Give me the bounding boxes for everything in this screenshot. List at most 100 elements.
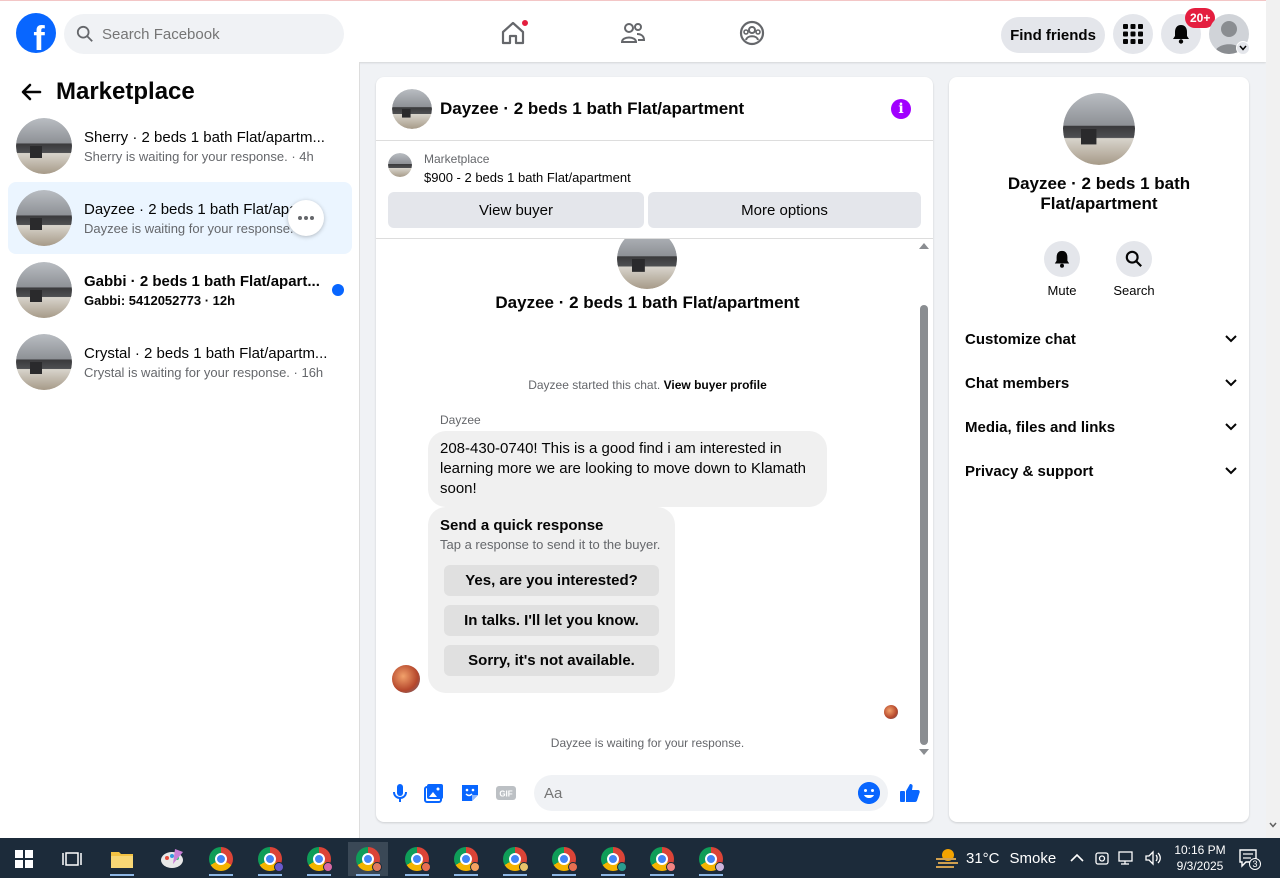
facebook-logo-icon[interactable]: f bbox=[16, 13, 56, 53]
search-in-chat-button[interactable]: Search bbox=[1104, 241, 1164, 298]
chrome-window-button[interactable] bbox=[299, 842, 339, 876]
sidebar-title: Marketplace bbox=[56, 78, 195, 105]
find-friends-button[interactable]: Find friends bbox=[1001, 17, 1105, 53]
message-scrollbar[interactable] bbox=[920, 305, 928, 745]
scroll-up-arrow-icon[interactable] bbox=[919, 243, 929, 249]
account-chevron-icon[interactable] bbox=[1236, 41, 1250, 55]
groups-icon[interactable] bbox=[738, 19, 766, 47]
mute-button[interactable]: Mute bbox=[1032, 241, 1092, 298]
chrome-window-button[interactable] bbox=[642, 842, 682, 876]
chat-members-row[interactable]: Chat members bbox=[965, 365, 1237, 401]
view-buyer-button[interactable]: View buyer bbox=[388, 192, 644, 228]
conversation-item-active[interactable]: Dayzee · 2 beds 1 bath Flat/apa... Dayzee… bbox=[8, 182, 352, 254]
windows-taskbar: 31°C Smoke 10:16 PM 9/3/2025 3 bbox=[0, 838, 1280, 878]
listing-description[interactable]: $900 - 2 beds 1 bath Flat/apartment bbox=[424, 170, 631, 185]
system-clock[interactable]: 10:16 PM 9/3/2025 bbox=[1160, 842, 1240, 874]
more-options-button[interactable] bbox=[288, 200, 324, 236]
weather-widget[interactable]: 31°C Smoke bbox=[934, 838, 1056, 878]
gif-icon[interactable]: GIF bbox=[494, 781, 518, 805]
chevron-down-icon bbox=[1225, 379, 1237, 387]
chrome-window-button[interactable] bbox=[250, 842, 290, 876]
listing-thumbnail[interactable] bbox=[388, 153, 412, 177]
chat-avatar-large bbox=[617, 239, 677, 289]
photo-icon[interactable] bbox=[422, 781, 446, 805]
conversation-item[interactable]: Crystal · 2 beds 1 bath Flat/apartm... Cr… bbox=[8, 326, 352, 398]
row-label: Privacy & support bbox=[965, 462, 1094, 480]
customize-chat-row[interactable]: Customize chat bbox=[965, 321, 1237, 357]
svg-text:GIF: GIF bbox=[499, 790, 512, 799]
message-input[interactable] bbox=[544, 784, 844, 802]
chat-title[interactable]: Dayzee · 2 beds 1 bath Flat/apartment bbox=[440, 99, 744, 119]
quick-response-button[interactable]: Sorry, it's not available. bbox=[444, 645, 659, 676]
scroll-down-arrow-icon[interactable] bbox=[919, 749, 929, 755]
chrome-window-button[interactable] bbox=[691, 842, 731, 876]
network-icon[interactable] bbox=[1118, 850, 1136, 866]
camera-icon[interactable] bbox=[1094, 850, 1110, 866]
action-center-button[interactable]: 3 bbox=[1238, 848, 1261, 870]
conversation-title: Gabbi · 2 beds 1 bath Flat/apart... bbox=[84, 272, 320, 290]
sender-avatar[interactable] bbox=[392, 665, 420, 693]
page-scrollbar[interactable] bbox=[1266, 0, 1280, 838]
weather-smoke-icon bbox=[936, 849, 958, 868]
chrome-window-button[interactable] bbox=[201, 842, 241, 876]
search-icon bbox=[76, 25, 93, 42]
chrome-window-button[interactable] bbox=[593, 842, 633, 876]
menu-button[interactable] bbox=[1113, 14, 1153, 54]
media-files-links-row[interactable]: Media, files and links bbox=[965, 409, 1237, 445]
quick-response-button[interactable]: In talks. I'll let you know. bbox=[444, 605, 659, 636]
listing-thumbnail bbox=[16, 334, 72, 390]
clock-time: 10:16 PM bbox=[1174, 843, 1226, 857]
clock-date: 9/3/2025 bbox=[1176, 859, 1224, 873]
privacy-support-row[interactable]: Privacy & support bbox=[965, 453, 1237, 489]
chevron-up-icon[interactable] bbox=[1070, 853, 1084, 863]
more-options-button[interactable]: More options bbox=[648, 192, 921, 228]
message-input-box[interactable] bbox=[534, 775, 888, 811]
quick-response-title: Send a quick response bbox=[440, 517, 604, 534]
temperature: 31°C bbox=[966, 849, 1000, 867]
paint-palette-icon bbox=[161, 849, 183, 868]
chevron-down-icon bbox=[1225, 423, 1237, 431]
emoji-icon[interactable] bbox=[858, 782, 880, 804]
task-view-button[interactable] bbox=[52, 842, 92, 876]
chat-details-name: Dayzee · 2 beds 1 bath Flat/apartment bbox=[1007, 174, 1191, 213]
windows-logo-icon bbox=[15, 850, 33, 868]
thumbs-up-icon[interactable] bbox=[898, 781, 922, 805]
message-list[interactable]: Dayzee · 2 beds 1 bath Flat/apartment Da… bbox=[376, 239, 933, 762]
chrome-window-button[interactable] bbox=[544, 842, 584, 876]
info-icon[interactable]: i bbox=[891, 99, 911, 119]
search-input[interactable] bbox=[102, 25, 322, 43]
search-box[interactable] bbox=[64, 14, 344, 54]
more-dots-icon bbox=[298, 216, 314, 220]
start-button[interactable] bbox=[4, 842, 44, 876]
chrome-window-button-active[interactable] bbox=[348, 842, 388, 876]
microphone-icon[interactable] bbox=[388, 781, 412, 805]
chrome-icon bbox=[209, 847, 233, 871]
back-arrow-icon[interactable] bbox=[20, 81, 42, 103]
folder-icon bbox=[111, 852, 133, 868]
chat-window: Dayzee · 2 beds 1 bath Flat/apartment i … bbox=[376, 77, 933, 822]
chat-avatar[interactable] bbox=[392, 88, 432, 129]
quick-response-card: Send a quick response Tap a response to … bbox=[428, 507, 675, 693]
conversation-item[interactable]: Sherry · 2 beds 1 bath Flat/apartm... She… bbox=[8, 110, 352, 182]
grid-menu-icon bbox=[1123, 24, 1143, 44]
chat-details-panel: Dayzee · 2 beds 1 bath Flat/apartment Mu… bbox=[949, 77, 1249, 822]
unread-dot bbox=[332, 284, 344, 296]
chrome-window-button[interactable] bbox=[446, 842, 486, 876]
task-view-icon bbox=[62, 852, 82, 866]
listing-thumbnail bbox=[16, 118, 72, 174]
listing-label: Marketplace bbox=[424, 152, 490, 166]
quick-response-button[interactable]: Yes, are you interested? bbox=[444, 565, 659, 596]
chrome-window-button[interactable] bbox=[397, 842, 437, 876]
conversation-item[interactable]: Gabbi · 2 beds 1 bath Flat/apart... Gabbi… bbox=[8, 254, 352, 326]
view-buyer-profile-link[interactable]: View buyer profile bbox=[664, 378, 767, 392]
sticker-icon[interactable] bbox=[458, 781, 482, 805]
paint-app-button[interactable] bbox=[152, 842, 192, 876]
chrome-window-button[interactable] bbox=[495, 842, 535, 876]
page-scroll-down-icon[interactable] bbox=[1269, 822, 1277, 828]
chat-avatar-large bbox=[1063, 93, 1135, 165]
file-explorer-button[interactable] bbox=[102, 842, 142, 876]
friends-icon[interactable] bbox=[619, 19, 647, 47]
message-bubble: 208-430-0740! This is a good find i am i… bbox=[428, 431, 827, 507]
search-label: Search bbox=[1113, 283, 1155, 298]
message-composer: GIF bbox=[376, 765, 933, 822]
